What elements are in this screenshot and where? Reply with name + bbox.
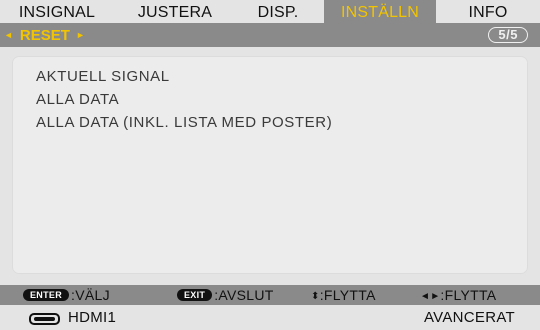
submenu-header: ◄ RESET ► 5/5 [0,23,540,47]
submenu-selector[interactable]: ◄ RESET ► [4,23,85,47]
help-bar: ENTER:VÄLJ EXIT:AVSLUT ⬍:FLYTTA ◄►:FLYTT… [0,285,540,305]
submenu-title: RESET [19,27,70,44]
menu-item-aktuell-signal[interactable]: AKTUELL SIGNAL [36,68,170,85]
hint-move-leftright: ◄►:FLYTTA [420,285,496,305]
enter-key-icon: ENTER [23,289,70,301]
hint-exit-label: :AVSLUT [214,287,274,303]
tab-justera[interactable]: JUSTERA [114,0,236,23]
tab-installn[interactable]: INSTÄLLN [324,0,436,23]
menu-mode-label: AVANCERAT [423,309,515,326]
status-bar: HDMI1 AVANCERAT [0,305,540,330]
page-indicator: 5/5 [488,27,528,43]
tab-info[interactable]: INFO [436,0,540,23]
projector-menu-screen: INSIGNAL JUSTERA DISP. INSTÄLLN INFO ◄ RE… [0,0,540,330]
menu-item-alla-data[interactable]: ALLA DATA [36,91,119,108]
hint-enter: ENTER:VÄLJ [23,285,110,305]
updown-arrows-icon: ⬍ [311,291,320,302]
right-arrow-icon[interactable]: ► [76,23,85,47]
menu-tab-bar: INSIGNAL JUSTERA DISP. INSTÄLLN INFO [0,0,540,23]
leftright-arrows-icon: ◄► [420,291,441,302]
left-arrow-icon[interactable]: ◄ [4,23,13,47]
reset-options-panel: AKTUELL SIGNAL ALLA DATA ALLA DATA (INKL… [12,56,528,274]
menu-item-alla-data-inkl-lista[interactable]: ALLA DATA (INKL. LISTA MED POSTER) [36,114,332,131]
exit-key-icon: EXIT [177,289,213,301]
hint-move-updown: ⬍:FLYTTA [311,285,376,305]
hint-enter-label: :VÄLJ [71,287,110,303]
hdmi-port-icon [29,313,60,325]
tab-insignal[interactable]: INSIGNAL [0,0,114,23]
current-input-label: HDMI1 [68,309,117,326]
hint-exit: EXIT:AVSLUT [177,285,274,305]
tab-disp[interactable]: DISP. [236,0,320,23]
hint-leftright-label: :FLYTTA [440,287,497,303]
hint-updown-label: :FLYTTA [319,287,376,303]
